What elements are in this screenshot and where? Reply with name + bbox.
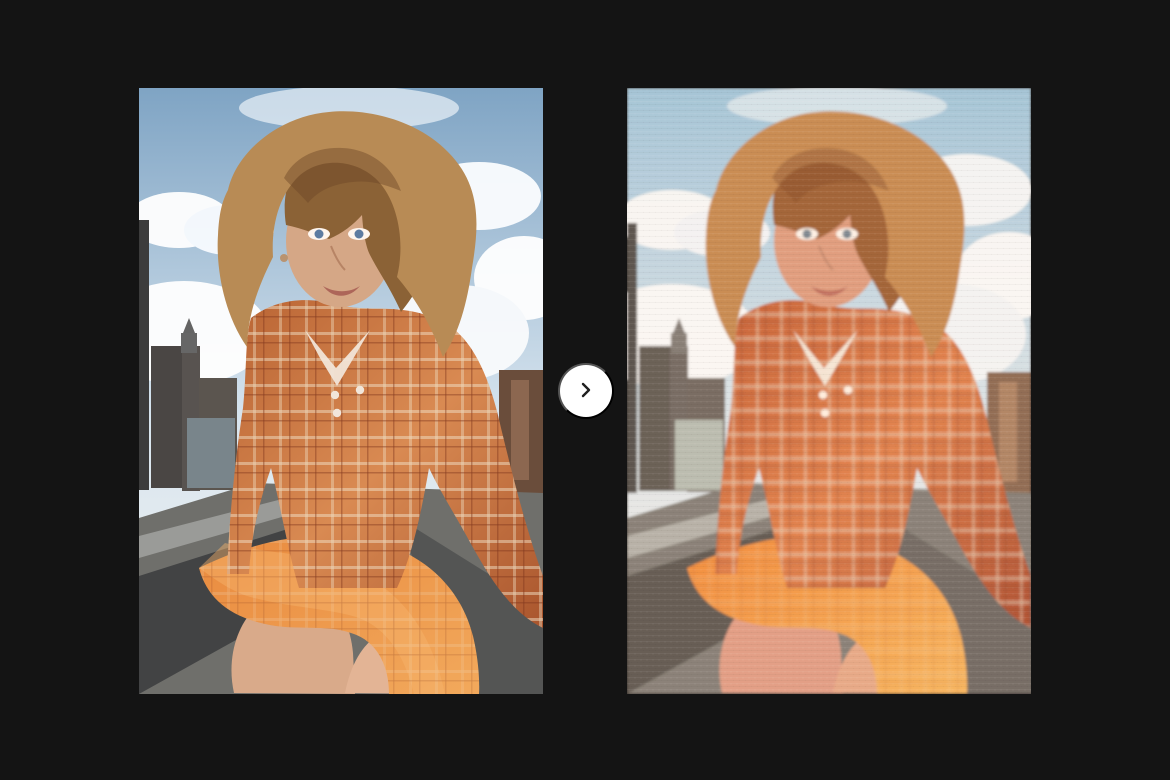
after-image [627,88,1031,694]
before-image [139,88,543,694]
next-image-button[interactable] [558,363,614,419]
chevron-right-icon [577,381,595,402]
